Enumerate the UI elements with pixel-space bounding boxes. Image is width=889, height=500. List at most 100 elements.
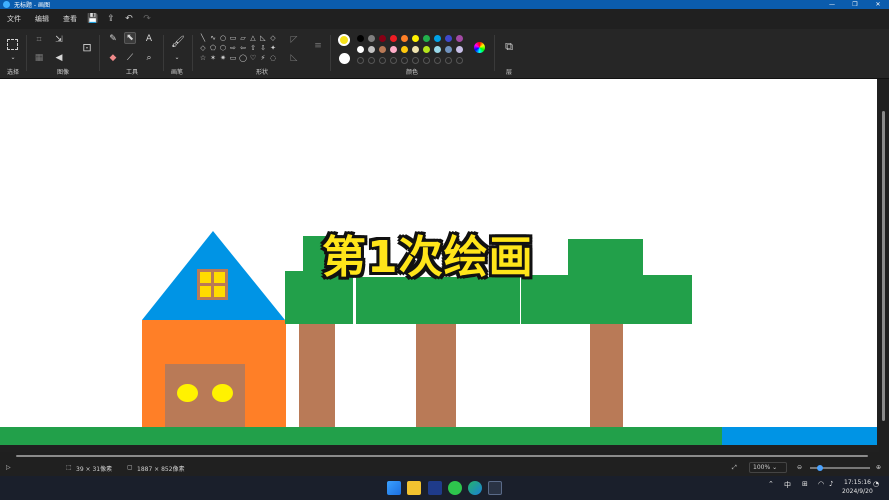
clock-date[interactable]: 2024/9/20 — [842, 488, 873, 495]
zoom-in-icon[interactable]: ⊕ — [876, 464, 881, 471]
flip-icon[interactable]: ◀ — [53, 53, 65, 63]
shape-option-icon[interactable]: ✶ — [208, 54, 218, 64]
palette-color-swatch[interactable] — [412, 35, 419, 42]
shape-option-icon[interactable]: ▱ — [238, 34, 248, 44]
palette-color-swatch[interactable] — [401, 35, 408, 42]
shape-option-icon[interactable]: ⇧ — [248, 44, 258, 54]
rotate-icon[interactable]: ▦ — [33, 53, 45, 63]
palette-color-swatch[interactable] — [434, 35, 441, 42]
shape-option-icon[interactable]: ⇦ — [238, 44, 248, 54]
palette-color-swatch[interactable] — [401, 46, 408, 53]
store-icon[interactable] — [428, 481, 442, 495]
custom-color-slot[interactable] — [401, 57, 408, 64]
scroll-thumb[interactable] — [16, 455, 868, 457]
custom-color-slot[interactable] — [412, 57, 419, 64]
custom-color-slot[interactable] — [379, 57, 386, 64]
zoom-out-icon[interactable]: ⊖ — [797, 464, 802, 471]
palette-color-swatch[interactable] — [434, 46, 441, 53]
shape-option-icon[interactable]: ╲ — [198, 34, 208, 44]
text-icon[interactable]: A — [143, 34, 155, 44]
palette-color-swatch[interactable] — [390, 35, 397, 42]
shape-option-icon[interactable]: △ — [248, 34, 258, 44]
drawing-canvas[interactable]: 第1次绘画 — [0, 79, 877, 445]
palette-color-swatch[interactable] — [423, 35, 430, 42]
palette-color-swatch[interactable] — [456, 35, 463, 42]
crop-icon[interactable]: ⌗ — [33, 35, 45, 45]
custom-color-slot[interactable] — [368, 57, 375, 64]
save-icon[interactable]: 💾 — [84, 14, 102, 24]
menu-file[interactable]: 文件 — [0, 14, 28, 24]
shape-option-icon[interactable]: ✦ — [268, 44, 278, 54]
layers-icon[interactable]: ⧉ — [503, 41, 515, 52]
close-button[interactable]: ✕ — [868, 0, 888, 9]
shape-option-icon[interactable]: ◺ — [258, 34, 268, 44]
brush-icon[interactable]: 🖌 — [171, 36, 185, 47]
primary-color-swatch[interactable] — [338, 34, 350, 46]
palette-color-swatch[interactable] — [368, 46, 375, 53]
shape-option-icon[interactable]: ◇ — [198, 44, 208, 54]
custom-color-slot[interactable] — [456, 57, 463, 64]
scroll-thumb[interactable] — [882, 111, 885, 421]
horizontal-scrollbar[interactable] — [0, 452, 889, 460]
palette-color-swatch[interactable] — [368, 35, 375, 42]
palette-color-swatch[interactable] — [423, 46, 430, 53]
tray-chevron-icon[interactable]: ⌃ — [768, 480, 774, 488]
menu-view[interactable]: 查看 — [56, 14, 84, 24]
palette-color-swatch[interactable] — [357, 46, 364, 53]
maximize-button[interactable]: ❐ — [845, 0, 865, 9]
edit-colors-icon[interactable] — [474, 42, 485, 53]
minimize-button[interactable]: — — [822, 0, 842, 9]
size-icon[interactable]: ≡ — [312, 41, 324, 51]
palette-color-swatch[interactable] — [445, 46, 452, 53]
windows-start-icon[interactable] — [387, 481, 401, 495]
zoom-slider-handle[interactable] — [817, 465, 823, 471]
clock-time[interactable]: 17:15:16 — [844, 479, 871, 486]
chevron-down-icon[interactable]: ⌄ — [171, 53, 183, 63]
palette-color-swatch[interactable] — [379, 35, 386, 42]
file-explorer-icon[interactable] — [407, 481, 421, 495]
secondary-color-swatch[interactable] — [339, 53, 350, 64]
vertical-scrollbar[interactable] — [879, 79, 889, 452]
undo-icon[interactable]: ↶ — [120, 14, 138, 24]
palette-color-swatch[interactable] — [379, 46, 386, 53]
volume-icon[interactable]: ♪ — [829, 480, 833, 488]
select-rect-icon[interactable] — [7, 39, 18, 50]
eraser-icon[interactable]: ◆ — [107, 53, 119, 63]
share-icon[interactable]: ⇪ — [102, 14, 120, 24]
fit-screen-icon[interactable]: ⤢ — [732, 464, 737, 472]
ime-indicator[interactable]: 中 — [784, 480, 791, 490]
shape-option-icon[interactable]: ▭ — [228, 54, 238, 64]
shape-option-icon[interactable]: ✷ — [218, 54, 228, 64]
image-properties-icon[interactable]: ⊡ — [81, 42, 93, 53]
paint-taskbar-icon[interactable] — [488, 481, 502, 495]
shape-option-icon[interactable]: ◯ — [238, 54, 248, 64]
magnifier-icon[interactable]: ⌕ — [143, 53, 155, 63]
chevron-down-icon[interactable]: ⌄ — [7, 53, 19, 63]
notification-icon[interactable]: ◔ — [873, 480, 879, 488]
shape-option-icon[interactable]: ♡ — [248, 54, 258, 64]
palette-color-swatch[interactable] — [412, 46, 419, 53]
shape-option-icon[interactable]: ⇩ — [258, 44, 268, 54]
shape-option-icon[interactable]: ⬠ — [208, 44, 218, 54]
shape-option-icon[interactable]: ○ — [218, 34, 228, 44]
color-picker-icon[interactable]: ⟋ — [124, 53, 136, 63]
palette-color-swatch[interactable] — [445, 35, 452, 42]
palette-color-swatch[interactable] — [390, 46, 397, 53]
custom-color-slot[interactable] — [423, 57, 430, 64]
custom-color-slot[interactable] — [390, 57, 397, 64]
custom-color-slot[interactable] — [434, 57, 441, 64]
shape-fill-icon[interactable]: ◺ — [288, 53, 300, 63]
shape-option-icon[interactable]: ☆ — [198, 54, 208, 64]
wechat-icon[interactable] — [448, 481, 462, 495]
menu-edit[interactable]: 编辑 — [28, 14, 56, 24]
shape-option-icon[interactable]: ▭ — [228, 34, 238, 44]
palette-color-swatch[interactable] — [357, 35, 364, 42]
redo-icon[interactable]: ↷ — [138, 14, 156, 24]
shape-option-icon[interactable]: ◇ — [268, 34, 278, 44]
shape-option-icon[interactable]: ◌ — [268, 54, 278, 64]
shape-option-icon[interactable]: ⚡ — [258, 54, 268, 64]
resize-icon[interactable]: ⇲ — [53, 35, 65, 45]
pencil-icon[interactable]: ✎ — [107, 34, 119, 44]
outline-icon[interactable]: ◸ — [288, 35, 300, 45]
palette-color-swatch[interactable] — [456, 46, 463, 53]
